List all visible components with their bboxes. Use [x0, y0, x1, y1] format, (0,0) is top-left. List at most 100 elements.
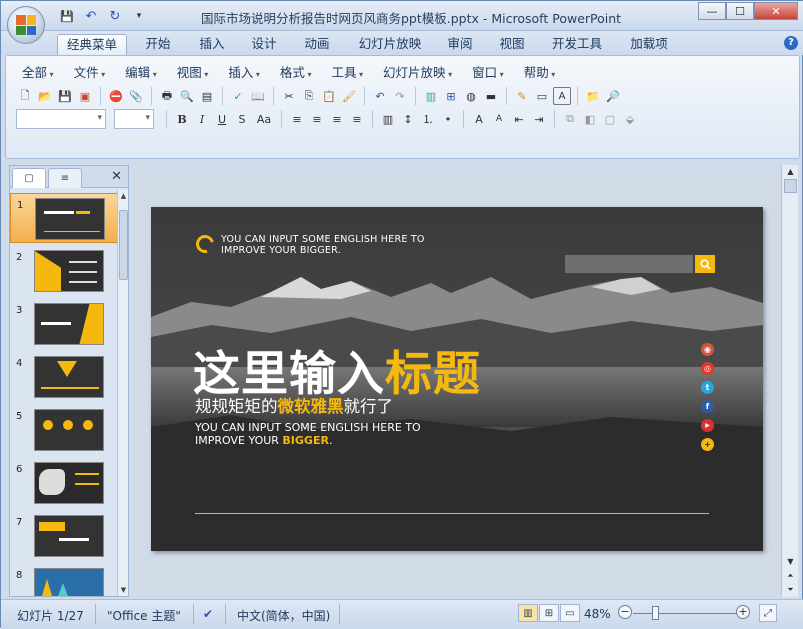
menu-view[interactable]: 视图 — [171, 64, 215, 82]
new-icon[interactable]: 🗋 — [16, 87, 34, 105]
spellcheck-icon[interactable]: ✔ — [203, 607, 213, 621]
normal-view-button[interactable]: ▥ — [518, 604, 538, 622]
align-right-button[interactable]: ≡ — [328, 110, 346, 128]
tab-view[interactable]: 视图 — [489, 34, 535, 55]
menu-format[interactable]: 格式 — [274, 64, 318, 82]
print-icon[interactable]: 🖶 — [158, 87, 176, 105]
twitter-icon[interactable]: t — [701, 381, 714, 394]
tab-animation[interactable]: 动画 — [294, 34, 340, 55]
zoom-out-icon[interactable]: − — [618, 605, 632, 619]
slide-thumb-1[interactable]: 1 — [10, 193, 118, 243]
decrease-indent-icon[interactable]: ⇤ — [510, 110, 528, 128]
save-icon[interactable]: 💾 — [57, 7, 77, 25]
plus-icon[interactable]: + — [701, 438, 714, 451]
slide-thumb-2[interactable]: 2 — [10, 246, 118, 296]
align-left-button[interactable]: ≡ — [288, 110, 306, 128]
slide-english-text[interactable]: YOU CAN INPUT SOME ENGLISH HERE TO IMPRO… — [195, 421, 421, 447]
format-painter-icon[interactable]: 🖌 — [340, 87, 358, 105]
search-input[interactable] — [565, 255, 693, 273]
permission-icon[interactable]: ⛔ — [107, 87, 125, 105]
shrink-font-icon[interactable]: A — [490, 110, 508, 128]
tab-home[interactable]: 开始 — [135, 34, 181, 55]
slideshow-button[interactable]: ▭ — [560, 604, 580, 622]
menu-help[interactable]: 帮助 — [518, 64, 562, 82]
shape-outline-icon[interactable]: ▢ — [601, 110, 619, 128]
paste-icon[interactable]: 📋 — [320, 87, 338, 105]
justify-button[interactable]: ≡ — [348, 110, 366, 128]
bold-button[interactable]: B — [173, 110, 191, 128]
cut-icon[interactable]: ✂ — [280, 87, 298, 105]
menu-slideshow[interactable]: 幻灯片放映 — [377, 64, 458, 82]
line-spacing-icon[interactable]: ↕ — [399, 110, 417, 128]
italic-button[interactable]: I — [193, 110, 211, 128]
current-slide[interactable]: YOU CAN INPUT SOME ENGLISH HERE TO IMPRO… — [151, 207, 763, 551]
slide-thumb-3[interactable]: 3 — [10, 299, 118, 349]
save-icon[interactable]: 💾 — [56, 87, 74, 105]
scroll-thumb[interactable] — [119, 210, 128, 280]
fit-to-window-icon[interactable]: ⤢ — [759, 604, 777, 622]
slide-subtitle[interactable]: 规规矩矩的微软雅黑就行了 — [195, 393, 393, 417]
scroll-down-icon[interactable]: ▼ — [118, 584, 129, 596]
pdf-icon[interactable]: ▣ — [76, 87, 94, 105]
layout-icon[interactable]: ▤ — [198, 87, 216, 105]
menu-window[interactable]: 窗口 — [466, 64, 510, 82]
shape-fill-icon[interactable]: ◧ — [581, 110, 599, 128]
header-icon[interactable]: ▭ — [533, 87, 551, 105]
maximize-button[interactable]: ☐ — [726, 2, 754, 20]
tab-insert[interactable]: 插入 — [189, 34, 235, 55]
a-box-icon[interactable]: A — [553, 87, 571, 105]
grow-font-icon[interactable]: A — [470, 110, 488, 128]
columns-icon[interactable]: ▥ — [379, 110, 397, 128]
align-center-button[interactable]: ≡ — [308, 110, 326, 128]
editor-scrollbar[interactable]: ▲ ▼ ⏶ ⏷ — [781, 165, 798, 597]
scroll-up-icon[interactable]: ▲ — [782, 165, 799, 179]
undo-icon[interactable]: ↶ — [81, 7, 101, 25]
zoom-slider-thumb[interactable] — [652, 606, 659, 620]
menu-insert[interactable]: 插入 — [222, 64, 266, 82]
copy-icon[interactable]: ⎘ — [300, 87, 318, 105]
close-button[interactable]: ✕ — [754, 2, 798, 20]
shadow-button[interactable]: S — [233, 110, 251, 128]
search-icon[interactable] — [695, 255, 715, 273]
slides-tab[interactable]: ▢ — [12, 168, 46, 188]
slide-thumb-4[interactable]: 4 — [10, 352, 118, 402]
slide-editing-area[interactable]: YOU CAN INPUT SOME ENGLISH HERE TO IMPRO… — [133, 165, 781, 597]
minimize-button[interactable]: — — [698, 2, 726, 20]
slide-sorter-button[interactable]: ⊞ — [539, 604, 559, 622]
clipart-icon[interactable]: ◍ — [462, 87, 480, 105]
user-icon[interactable]: ◉ — [701, 343, 714, 356]
textbox-icon[interactable]: ✎ — [513, 87, 531, 105]
tab-addins[interactable]: 加载项 — [621, 34, 677, 55]
increase-indent-icon[interactable]: ⇥ — [530, 110, 548, 128]
menu-tools[interactable]: 工具 — [325, 64, 369, 82]
next-slide-icon[interactable]: ⏷ — [782, 583, 799, 597]
previous-slide-icon[interactable]: ⏶ — [782, 569, 799, 583]
shape-effects-icon[interactable]: ⬙ — [621, 110, 639, 128]
help-icon[interactable]: ? — [784, 36, 798, 50]
numbering-icon[interactable]: ⒈ — [419, 110, 437, 128]
font-name-combo[interactable] — [16, 109, 106, 129]
facebook-icon[interactable]: f — [701, 400, 714, 413]
weibo-icon[interactable]: ◎ — [701, 362, 714, 375]
redo-icon[interactable]: ↻ — [105, 7, 125, 25]
scroll-thumb[interactable] — [784, 179, 797, 193]
customize-qat-icon[interactable]: ▾ — [129, 7, 149, 25]
close-icon[interactable]: ✕ — [111, 169, 122, 184]
zoom-level[interactable]: 48% — [584, 607, 611, 621]
find-icon[interactable]: 🔎 — [604, 87, 622, 105]
attach-icon[interactable]: 📎 — [127, 87, 145, 105]
slide-thumb-8[interactable]: 8 — [10, 564, 118, 596]
scroll-down-icon[interactable]: ▼ — [782, 555, 799, 569]
underline-button[interactable]: U — [213, 110, 231, 128]
bullets-icon[interactable]: • — [439, 110, 457, 128]
undo-icon[interactable]: ↶ — [371, 87, 389, 105]
office-button[interactable] — [7, 6, 45, 44]
shape-icon[interactable]: ▬ — [482, 87, 500, 105]
menu-file[interactable]: 文件 — [68, 64, 112, 82]
open-icon[interactable]: 📂 — [36, 87, 54, 105]
tab-design[interactable]: 设计 — [241, 34, 287, 55]
slides-scrollbar[interactable]: ▲ ▼ — [117, 190, 128, 596]
spelling-icon[interactable]: ✓ — [229, 87, 247, 105]
arrange-icon[interactable]: ⧉ — [561, 110, 579, 128]
slide-thumb-7[interactable]: 7 — [10, 511, 118, 561]
